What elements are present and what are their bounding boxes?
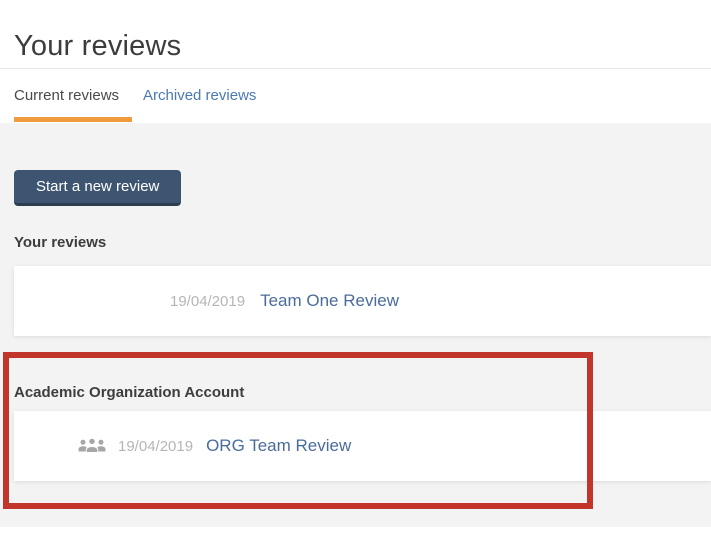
start-new-review-button[interactable]: Start a new review bbox=[14, 170, 182, 206]
header-divider bbox=[0, 68, 711, 69]
review-link-org-team[interactable]: ORG Team Review bbox=[206, 436, 351, 456]
page-title: Your reviews bbox=[14, 30, 182, 63]
review-row-org-team[interactable]: 19/04/2019 ORG Team Review bbox=[14, 411, 711, 481]
section-heading-your-reviews: Your reviews bbox=[14, 234, 107, 251]
your-reviews-page: Your reviews Current reviews Archived re… bbox=[0, 0, 711, 552]
review-date: 19/04/2019 bbox=[118, 437, 194, 455]
tab-archived-reviews[interactable]: Archived reviews bbox=[143, 86, 256, 106]
review-link-team-one[interactable]: Team One Review bbox=[260, 291, 399, 311]
review-date: 19/04/2019 bbox=[170, 292, 246, 310]
tab-current-reviews[interactable]: Current reviews bbox=[14, 86, 119, 106]
group-icon bbox=[78, 437, 106, 455]
section-heading-academic-organization-account: Academic Organization Account bbox=[14, 384, 245, 401]
review-row-team-one[interactable]: 19/04/2019 Team One Review bbox=[14, 266, 711, 336]
active-tab-indicator bbox=[14, 117, 132, 122]
tab-bar: Current reviews Archived reviews bbox=[14, 86, 256, 106]
